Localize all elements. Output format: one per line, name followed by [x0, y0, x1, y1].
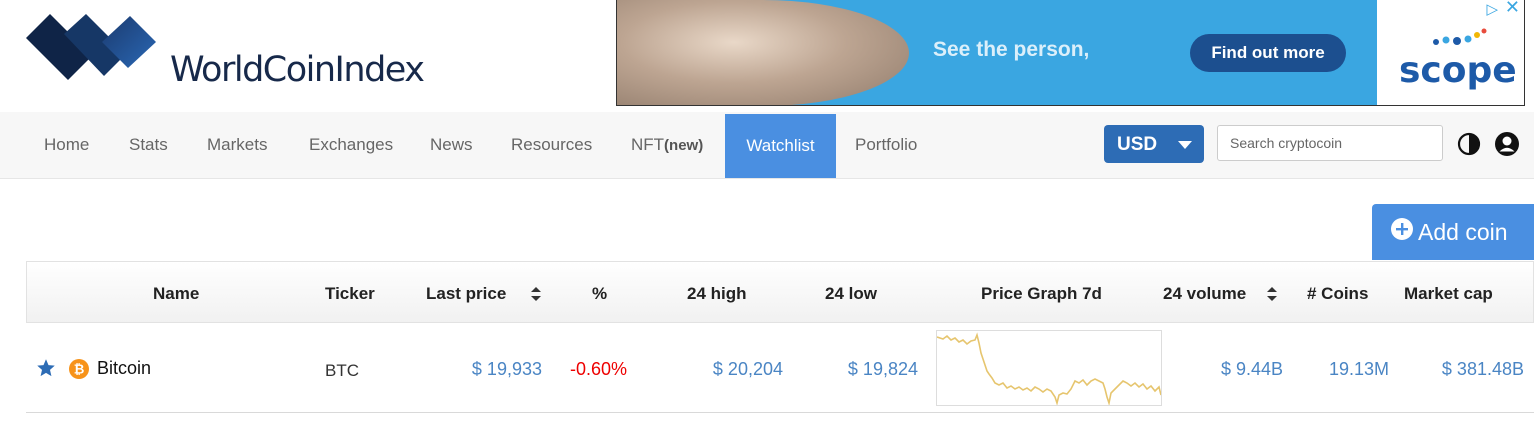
header-market-cap[interactable]: Market cap: [1404, 284, 1493, 304]
nav-markets[interactable]: Markets: [207, 112, 267, 178]
table-header: Name Ticker Last price % 24 high 24 low …: [26, 261, 1534, 323]
user-account-icon[interactable]: [1494, 131, 1520, 157]
percent-change: -0.60%: [569, 359, 627, 379]
market-cap: $ 381.48B: [1441, 359, 1524, 379]
close-icon[interactable]: ✕: [1505, 0, 1520, 18]
nav-nft-label: NFT: [631, 135, 665, 154]
main-navigation: Home Stats Markets Exchanges News Resour…: [0, 112, 1534, 179]
nav-stats[interactable]: Stats: [129, 112, 168, 178]
ad-photo: [617, 0, 909, 105]
header-percent[interactable]: %: [592, 284, 607, 304]
table-row[interactable]: ₿ Bitcoin BTC $ 19,933 -0.60% $ 20,204 $…: [26, 323, 1534, 413]
header-price-graph: Price Graph 7d: [981, 284, 1102, 303]
advertisement-banner[interactable]: See the person, Find out more scope ▷ ✕: [616, 0, 1525, 106]
coin-name[interactable]: Bitcoin: [97, 358, 151, 379]
nav-nft-new-badge: (new): [664, 137, 704, 154]
site-logo[interactable]: WorldCoinIndex: [26, 14, 446, 94]
currency-select[interactable]: USD: [1104, 125, 1204, 163]
nav-exchanges[interactable]: Exchanges: [309, 112, 393, 178]
ad-brand-name: scope: [1399, 50, 1517, 91]
worldcoinindex-logo-icon: [26, 14, 156, 80]
header-24-low[interactable]: 24 low: [825, 284, 877, 304]
24h-high: $ 20,204: [712, 359, 783, 379]
ad-headline: See the person,: [933, 38, 1090, 61]
coin-ticker: BTC: [325, 361, 359, 380]
nav-watchlist[interactable]: Watchlist: [725, 114, 836, 178]
header-24-high[interactable]: 24 high: [687, 284, 747, 304]
24h-low: $ 19,824: [847, 359, 918, 379]
price-graph-line: [936, 332, 1162, 407]
nav-resources[interactable]: Resources: [511, 112, 592, 178]
nav-news[interactable]: News: [430, 112, 473, 178]
ad-brand-panel: scope ▷ ✕: [1377, 0, 1524, 105]
chevron-down-icon: [1178, 141, 1192, 149]
coin-supply: 19.13M: [1328, 359, 1389, 379]
nav-nft[interactable]: NFT(new): [631, 112, 703, 178]
header-name[interactable]: Name: [153, 284, 199, 304]
add-coin-label: Add coin: [1418, 219, 1508, 245]
24h-volume: $ 9.44B: [1220, 359, 1283, 379]
price-graph-7d: [936, 330, 1162, 407]
header-ticker[interactable]: Ticker: [325, 284, 375, 304]
search-input[interactable]: [1217, 125, 1443, 161]
brand-name: WorldCoinIndex: [170, 50, 425, 90]
nav-home[interactable]: Home: [44, 112, 89, 178]
ad-find-out-more-button[interactable]: Find out more: [1190, 34, 1346, 72]
header-last-price[interactable]: Last price: [426, 284, 506, 304]
header-coins[interactable]: # Coins: [1307, 284, 1368, 304]
sort-icon[interactable]: [1267, 287, 1277, 301]
header-24-volume[interactable]: 24 volume: [1163, 284, 1246, 304]
bitcoin-icon: ₿: [69, 359, 89, 379]
sort-icon[interactable]: [531, 287, 541, 301]
nav-portfolio[interactable]: Portfolio: [855, 112, 917, 178]
svg-text:₿: ₿: [74, 363, 85, 378]
scope-dots-icon: [1433, 28, 1487, 45]
theme-toggle-icon[interactable]: [1457, 132, 1481, 156]
plus-circle-icon: [1391, 218, 1413, 240]
currency-value: USD: [1117, 134, 1158, 155]
last-price: $ 19,933: [471, 359, 542, 379]
add-coin-button[interactable]: Add coin: [1372, 204, 1534, 260]
adchoices-icon[interactable]: ▷: [1486, 0, 1498, 18]
star-icon[interactable]: [36, 358, 56, 378]
